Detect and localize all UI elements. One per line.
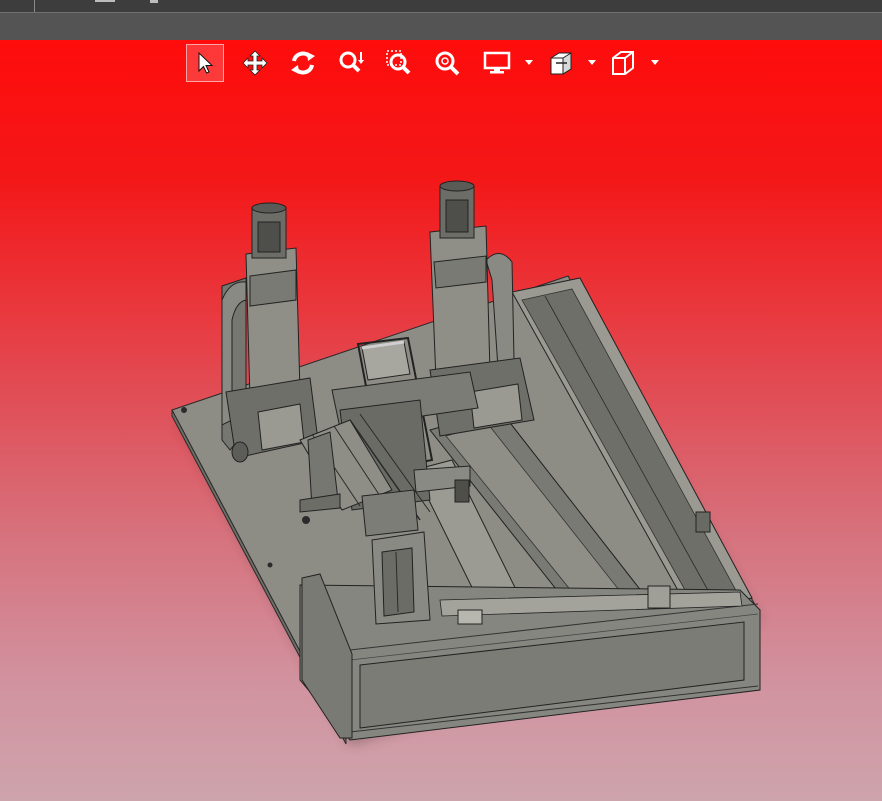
pan-tool[interactable] <box>236 44 274 82</box>
view-toolbar <box>186 44 666 84</box>
standard-views-dropdown[interactable] <box>650 58 660 68</box>
rotate-icon <box>291 51 315 75</box>
rail-carriage[interactable] <box>695 511 711 533</box>
zoom-window-tool[interactable] <box>380 44 418 82</box>
move-arrows-icon <box>242 50 268 76</box>
cad-model-assembly[interactable] <box>0 40 882 801</box>
section-cube-icon <box>550 52 572 75</box>
rotate-tool[interactable] <box>284 44 322 82</box>
chevron-down-icon <box>588 60 596 65</box>
title-bar-separator <box>34 0 35 12</box>
arrow-cursor-icon <box>198 51 214 74</box>
title-bar <box>0 0 882 13</box>
zoom-fit-icon <box>435 51 460 76</box>
zoom-tool[interactable] <box>332 44 370 82</box>
mount-hole <box>267 562 273 568</box>
title-bar-icon[interactable] <box>95 0 115 2</box>
mount-hole <box>302 516 310 524</box>
section-view-dropdown[interactable] <box>587 58 597 68</box>
standard-views-tool[interactable] <box>604 44 642 82</box>
mount-hole <box>181 407 187 413</box>
section-view-tool[interactable] <box>542 44 580 82</box>
select-tool[interactable] <box>186 44 224 82</box>
display-style-dropdown[interactable] <box>524 58 534 68</box>
cube-icon <box>612 51 634 75</box>
display-style-tool[interactable] <box>478 44 516 82</box>
rail-carriage[interactable] <box>647 585 671 609</box>
chevron-down-icon <box>651 60 659 65</box>
title-bar-icon[interactable] <box>150 0 158 3</box>
zoom-window-icon <box>386 50 411 75</box>
ribbon-bar <box>0 13 882 40</box>
monitor-icon <box>483 51 511 74</box>
rail-carriage[interactable] <box>457 609 483 625</box>
chevron-down-icon <box>525 60 533 65</box>
left-motor-column[interactable] <box>221 202 319 463</box>
graphics-viewport[interactable] <box>0 40 882 801</box>
zoom-in-out-icon <box>339 51 364 73</box>
zoom-fit-tool[interactable] <box>428 44 466 82</box>
